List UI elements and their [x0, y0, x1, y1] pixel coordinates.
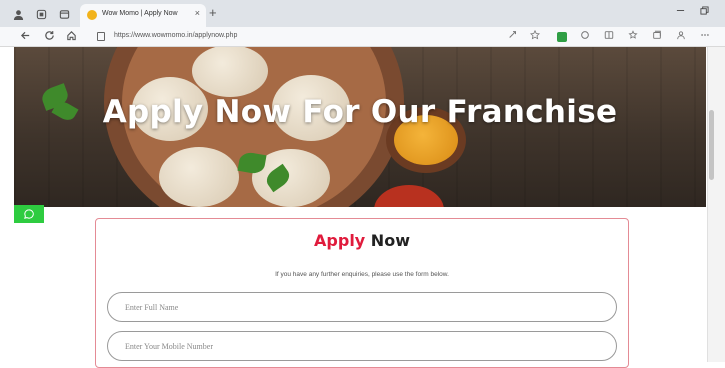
whatsapp-button[interactable]	[14, 205, 44, 223]
mobile-number-input[interactable]	[107, 331, 617, 361]
profile-sync-icon[interactable]	[676, 30, 686, 44]
restore-icon[interactable]	[700, 6, 709, 18]
new-tab-button[interactable]: +	[209, 6, 217, 19]
tab-actions-icon[interactable]	[58, 8, 70, 20]
form-title-accent: Apply	[314, 231, 366, 250]
refresh-icon[interactable]	[44, 30, 55, 45]
collections-icon[interactable]	[652, 30, 662, 44]
hero-title: Apply Now For Our Franchise	[102, 94, 618, 130]
favorite-star-icon[interactable]	[529, 29, 541, 44]
scrollbar-thumb[interactable]	[709, 110, 714, 180]
form-title: Apply Now	[96, 231, 628, 250]
hero-banner: Apply Now For Our Franchise	[14, 47, 706, 207]
extension-green-icon[interactable]	[557, 32, 567, 42]
apply-form-card: Apply Now If you have any further enquir…	[95, 218, 629, 368]
tab-active[interactable]: Wow Momo | Apply Now ×	[80, 4, 206, 27]
minimize-icon[interactable]	[676, 6, 685, 18]
back-icon[interactable]	[20, 30, 31, 45]
full-name-input[interactable]	[107, 292, 617, 322]
more-menu-icon[interactable]	[700, 30, 710, 44]
momo-image	[159, 147, 239, 207]
form-subtitle: If you have any further enquiries, pleas…	[275, 271, 449, 278]
extension-circle-icon[interactable]	[580, 30, 590, 44]
momo-image	[192, 47, 268, 97]
browser-tab-bar: Wow Momo | Apply Now × +	[0, 0, 725, 27]
lock-icon[interactable]	[97, 32, 105, 41]
whatsapp-icon	[24, 209, 34, 219]
profile-icon[interactable]	[12, 8, 24, 20]
home-icon[interactable]	[66, 30, 77, 45]
tab-title: Wow Momo | Apply Now	[102, 10, 178, 17]
form-title-rest: Now	[365, 231, 410, 250]
browser-sidebar	[707, 47, 725, 362]
site-favicon-icon	[87, 10, 97, 20]
tab-close-icon[interactable]: ×	[195, 8, 200, 18]
chutney-bowl-image	[374, 185, 444, 207]
read-aloud-icon[interactable]	[508, 30, 518, 44]
address-bar: https://www.wowmomo.in/applynow.php	[0, 27, 725, 47]
favorites-icon[interactable]	[628, 30, 638, 44]
workspaces-icon[interactable]	[35, 8, 47, 20]
split-screen-icon[interactable]	[604, 30, 614, 44]
url-text[interactable]: https://www.wowmomo.in/applynow.php	[114, 32, 237, 39]
